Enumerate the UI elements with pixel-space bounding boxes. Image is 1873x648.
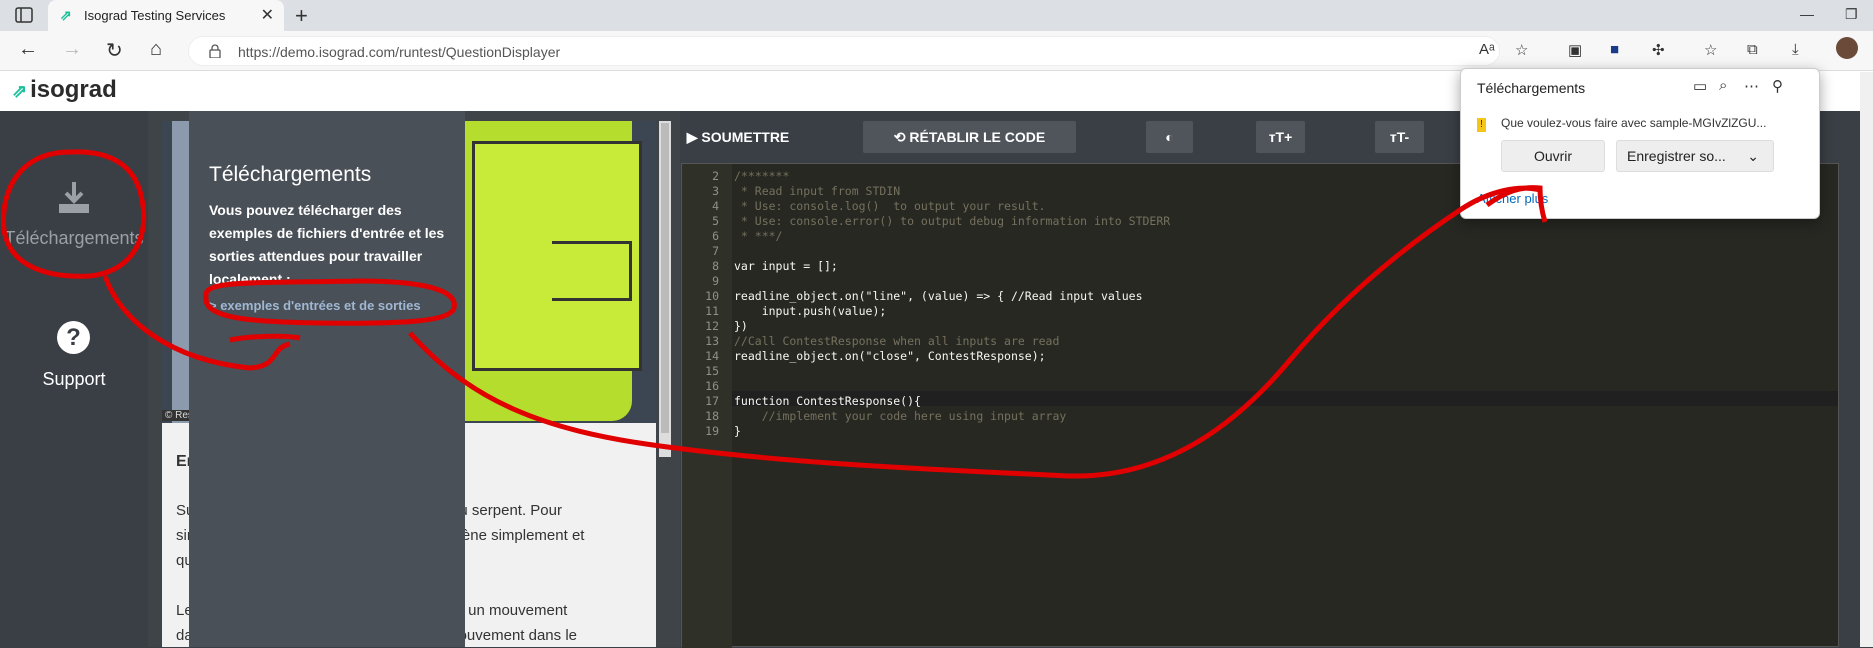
line-number: 9 — [712, 274, 719, 288]
tab-title: Isograd Testing Services — [84, 8, 226, 23]
line-number: 19 — [705, 424, 719, 438]
download-file-prompt: Que voulez-vous faire avec sample-MGIvZl… — [1501, 116, 1767, 130]
save-as-label: Enregistrer so... — [1627, 148, 1726, 164]
reset-code-button[interactable]: ⟲ RÉTABLIR LE CODE ORIGINAL — [863, 121, 1076, 177]
code-line: function ContestResponse(){ — [734, 394, 921, 408]
code-line: var input = []; — [734, 259, 838, 273]
axa-extension-icon[interactable]: ■ — [1610, 41, 1619, 58]
forward-icon[interactable]: → — [62, 38, 82, 61]
line-number: 4 — [712, 199, 719, 213]
downloads-popover: Téléchargements Vous pouvez télécharger … — [189, 111, 465, 647]
warning-icon: ! — [1477, 118, 1486, 132]
more-options-icon[interactable]: ⋯ — [1744, 77, 1759, 95]
popover-description: Vous pouvez télécharger des exemples de … — [209, 202, 445, 287]
help-question-icon[interactable]: ? — [57, 321, 90, 354]
code-line: readline_object.on("close", ContestRespo… — [734, 349, 1046, 363]
show-more-link[interactable]: Afficher plus — [1477, 191, 1548, 206]
isograd-logo[interactable]: ⇗ isograd — [12, 76, 117, 104]
submit-button[interactable]: ▶ SOUMETTRE — [683, 121, 793, 153]
favorites-icon[interactable]: ☆ — [1704, 41, 1717, 59]
search-icon[interactable]: ⌕ — [1719, 77, 1727, 94]
code-line: * ***/ — [734, 229, 783, 243]
open-file-button[interactable]: Ouvrir — [1501, 140, 1605, 172]
url-text: https://demo.isograd.com/runtest/Questio… — [238, 44, 561, 60]
sidebar-item-downloads[interactable]: Téléchargements — [0, 228, 148, 249]
code-line: } — [734, 424, 741, 438]
popover-title: Téléchargements — [209, 163, 372, 186]
browser-address-bar: ← → ↻ ⌂ https://demo.isograd.com/runtest… — [0, 31, 1873, 71]
line-number: 18 — [705, 409, 719, 423]
home-icon[interactable]: ⌂ — [150, 38, 162, 61]
sidebar-item-support[interactable]: Support — [0, 369, 148, 390]
extension-icon[interactable]: ▣ — [1568, 41, 1582, 59]
downloads-flyout: Téléchargements ▭ ⌕ ⋯ ⚲ ! Que voulez-vou… — [1460, 68, 1820, 219]
code-line: //implement your code here using input a… — [734, 409, 1067, 423]
open-folder-icon[interactable]: ▭ — [1693, 77, 1707, 95]
code-line: //Call ContestResponse when all inputs a… — [734, 334, 1060, 348]
back-icon[interactable]: ← — [18, 38, 38, 61]
line-number: 11 — [705, 304, 719, 318]
favorite-star-icon[interactable]: ☆ — [1515, 41, 1528, 59]
line-number: 17 — [705, 394, 719, 408]
browser-tab-bar: ⇗ Isograd Testing Services ✕ + — ❐ — [0, 0, 1873, 31]
code-line: * Read input from STDIN — [734, 184, 901, 198]
logo-mark-icon: ⇗ — [12, 81, 28, 101]
font-decrease-button[interactable]: ᴛT- — [1375, 121, 1424, 153]
tab-close-icon[interactable]: ✕ — [261, 5, 274, 25]
line-number: 14 — [705, 349, 719, 363]
browser-tab[interactable]: ⇗ Isograd Testing Services ✕ — [48, 0, 284, 31]
line-number: 8 — [712, 259, 719, 273]
line-number: 6 — [712, 229, 719, 243]
new-tab-button[interactable]: + — [295, 3, 308, 29]
downloads-icon[interactable]: ⤓ — [1792, 41, 1799, 58]
collections-icon[interactable]: ⧉ — [1747, 41, 1758, 58]
code-line: * Use: console.log() to output your resu… — [734, 199, 1046, 213]
font-increase-button[interactable]: ᴛT+ — [1256, 121, 1305, 153]
question-scrollbar[interactable] — [659, 121, 671, 457]
tab-actions-icon[interactable] — [14, 6, 34, 24]
code-line: }) — [734, 319, 748, 333]
code-line: * Use: console.error() to output debug i… — [734, 214, 1171, 228]
sample-io-link[interactable]: > exemples d'entrées et de sorties — [209, 298, 421, 313]
line-number: 7 — [712, 244, 719, 258]
restore-icon[interactable]: ❐ — [1845, 6, 1858, 23]
contrast-toggle-icon[interactable]: ◐ — [1146, 121, 1193, 153]
line-number: 12 — [705, 319, 719, 333]
read-aloud-icon[interactable]: Aᵃ — [1479, 41, 1495, 58]
line-number: 13 — [705, 334, 719, 348]
page-scrollbar[interactable] — [1860, 72, 1873, 647]
line-number: 16 — [705, 379, 719, 393]
profile-avatar[interactable] — [1836, 37, 1858, 59]
pin-icon[interactable]: ⚲ — [1772, 77, 1783, 95]
minimize-icon[interactable]: — — [1800, 6, 1814, 22]
line-number: 2 — [712, 169, 719, 183]
url-field[interactable]: https://demo.isograd.com/runtest/Questio… — [188, 36, 1500, 66]
extensions-puzzle-icon[interactable]: ✣ — [1652, 41, 1665, 59]
code-line: /******* — [734, 169, 790, 183]
isograd-favicon-icon: ⇗ — [60, 7, 72, 23]
code-line: input.push(value); — [734, 304, 887, 318]
chevron-down-icon[interactable]: ⌄ — [1747, 141, 1759, 171]
line-number: 10 — [705, 289, 719, 303]
lock-icon — [209, 44, 221, 58]
line-number: 5 — [712, 214, 719, 228]
code-editor[interactable]: 2 /******* 3 * Read input from STDIN 4 * Us… — [681, 163, 1839, 648]
line-number: 3 — [712, 184, 719, 198]
refresh-icon[interactable]: ↻ — [106, 38, 123, 63]
line-number: 15 — [705, 364, 719, 378]
save-as-button[interactable]: Enregistrer so... ⌄ — [1616, 140, 1774, 172]
code-line: readline_object.on("line", (value) => { … — [734, 289, 1143, 303]
download-tray-icon[interactable] — [57, 180, 91, 214]
downloads-flyout-title: Téléchargements — [1477, 80, 1586, 96]
